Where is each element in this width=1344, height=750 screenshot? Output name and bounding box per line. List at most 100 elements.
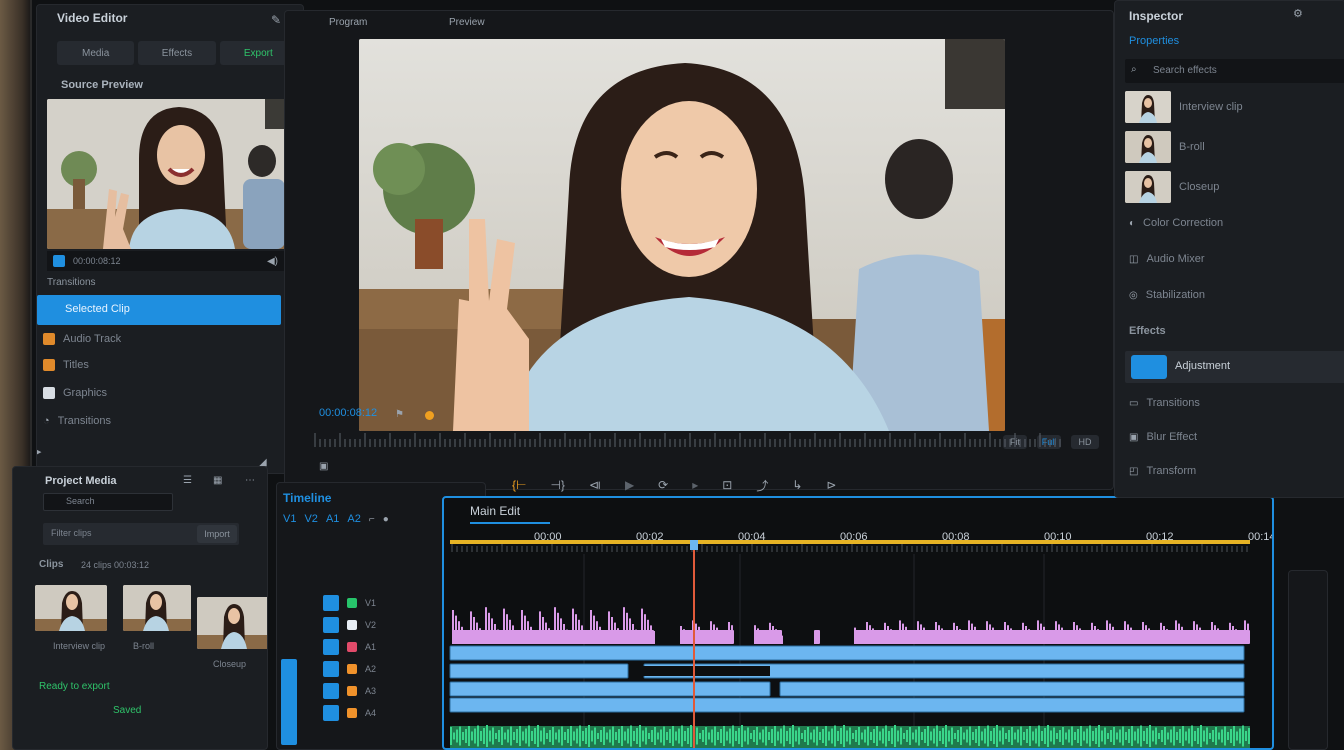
volume-icon[interactable]: ◀) <box>267 256 278 267</box>
track-toggle-icon[interactable] <box>323 683 339 699</box>
list-item[interactable]: Graphics <box>43 387 107 399</box>
tool-a1[interactable]: A1 <box>326 513 339 525</box>
list-item[interactable]: Audio Track <box>43 333 121 345</box>
track-header[interactable]: A4 <box>323 705 376 721</box>
audio-clip-purple[interactable] <box>680 620 734 644</box>
track-toggle-icon[interactable] <box>323 617 339 633</box>
track-header[interactable]: V1 <box>323 595 376 611</box>
play-icon[interactable]: ▶ <box>625 478 634 492</box>
track-toggle-icon[interactable] <box>323 639 339 655</box>
video-clip[interactable] <box>779 681 1245 697</box>
mark-in-icon[interactable]: {⊢ <box>512 478 526 492</box>
import-button[interactable]: Import <box>197 525 237 543</box>
effect-item[interactable]: ▭ Transitions <box>1129 397 1200 409</box>
list-item[interactable]: Titles <box>43 359 89 371</box>
tool-a2[interactable]: A2 <box>347 513 360 525</box>
program-tab[interactable]: Preview <box>449 17 485 28</box>
media-item[interactable]: B-roll <box>1125 131 1205 163</box>
playhead-handle[interactable] <box>690 540 698 550</box>
scrub-ruler[interactable] <box>311 429 1071 457</box>
razor-icon[interactable]: ⌐ <box>369 513 375 525</box>
insert-icon[interactable]: ⊡ <box>722 478 732 492</box>
marker-icon[interactable]: ⚑ <box>395 409 404 420</box>
clip-thumb-art <box>123 585 191 631</box>
audio-clip-purple[interactable] <box>754 622 783 644</box>
track-header[interactable]: V2 <box>323 617 376 633</box>
list-item[interactable]: ◐ Color Correction <box>1129 217 1223 229</box>
filter-label: Filter clips <box>51 528 92 538</box>
media-item[interactable]: Interview clip <box>1125 91 1243 123</box>
extract-icon[interactable]: ⊳ <box>826 478 836 492</box>
pin-icon[interactable]: ✎ <box>271 13 281 27</box>
track-header[interactable]: A2 <box>323 661 376 677</box>
effect-item[interactable]: ▣ Blur Effect <box>1129 431 1197 443</box>
track-header[interactable]: A3 <box>323 683 376 699</box>
transform-icon: ◰ <box>1129 465 1139 477</box>
track-toggle-icon[interactable] <box>323 595 339 611</box>
track-name: A3 <box>365 686 377 696</box>
tab-media[interactable]: Media <box>57 41 135 65</box>
audio-clip-purple[interactable] <box>814 630 820 644</box>
mark-out-icon[interactable]: ⊣} <box>550 478 564 492</box>
video-clip[interactable] <box>449 681 771 697</box>
list-item-selected[interactable]: Selected Clip <box>37 295 281 325</box>
track-header[interactable]: A1 <box>323 639 376 655</box>
audio-clip-purple[interactable] <box>854 620 1250 644</box>
effect-item[interactable]: ◰ Transform <box>1129 465 1196 477</box>
effects-search-placeholder: Search effects <box>1153 65 1217 76</box>
mixer-icon: ◫ <box>1129 253 1139 265</box>
list-item[interactable]: ◔ Transitions <box>43 415 111 427</box>
video-clip[interactable] <box>449 663 629 679</box>
list-item[interactable]: ◎ Stabilization <box>1129 289 1205 301</box>
track-name: V2 <box>365 620 377 630</box>
audio-clip-purple[interactable] <box>452 607 655 644</box>
zoom-icon[interactable]: ▣ <box>319 461 328 472</box>
search-icon: ⌕ <box>1131 64 1137 75</box>
filter-bar[interactable]: Filter clips Import <box>43 523 239 545</box>
list-item-label: Graphics <box>63 387 108 399</box>
right-scrollbar[interactable] <box>1288 570 1328 750</box>
work-area-bar[interactable] <box>450 540 1250 544</box>
video-clip[interactable] <box>449 697 1245 713</box>
tool-v1[interactable]: V1 <box>283 513 296 525</box>
effect-item-selected[interactable]: Adjustment <box>1125 351 1344 383</box>
track-status-dot <box>347 686 357 696</box>
effect-item-label: Adjustment <box>1175 360 1231 372</box>
overwrite-icon[interactable]: ⤴ <box>756 477 768 494</box>
list-item[interactable]: ◫ Audio Mixer <box>1129 253 1205 265</box>
clip-thumbnail[interactable] <box>35 585 107 631</box>
clip-thumbnail[interactable] <box>123 585 191 631</box>
program-video-frame <box>359 39 1005 431</box>
track-toggle-icon[interactable] <box>323 705 339 721</box>
tool-v2[interactable]: V2 <box>304 513 317 525</box>
effects-search-input[interactable]: ⌕ Search effects <box>1125 59 1344 83</box>
settings-icon[interactable]: ⚙ <box>1293 7 1303 20</box>
play-small-icon[interactable]: ▶ <box>37 445 41 458</box>
clip-thumbnail[interactable] <box>197 597 267 649</box>
audio-clip-green[interactable] <box>450 725 1250 748</box>
video-clip[interactable] <box>449 645 1245 661</box>
list-view-icon[interactable]: ☰ <box>183 475 192 486</box>
search-input[interactable]: Search <box>43 493 173 511</box>
hd-button[interactable]: HD <box>1071 435 1099 449</box>
timeline-tracks[interactable]: 00:0000:0200:0400:0600:0800:1000:1200:14 <box>444 526 1272 748</box>
track-tool-buttons: V1 V2 A1 A2 ⌐ ● <box>283 513 389 525</box>
step-back-icon[interactable]: ⧏ <box>589 478 601 492</box>
track-toggle-icon[interactable] <box>323 661 339 677</box>
media-item[interactable]: Closeup <box>1125 171 1219 203</box>
snap-icon[interactable]: ● <box>383 513 389 525</box>
clip-name: Interview clip <box>53 641 106 651</box>
step-forward-icon[interactable]: ▸ <box>692 478 698 492</box>
sequence-name: Main Edit <box>470 504 521 518</box>
grid-view-icon[interactable]: ▦ <box>213 475 222 486</box>
list-item-label: Titles <box>63 359 89 371</box>
inspector-tab[interactable]: Properties <box>1129 35 1179 47</box>
effect-icon <box>1131 355 1167 379</box>
clips-meta: 24 clips 00:03:12 <box>81 560 150 570</box>
lift-icon[interactable]: ↳ <box>792 478 802 492</box>
menu-icon[interactable]: ⋯ <box>245 475 255 486</box>
tab-effects[interactable]: Effects <box>138 41 216 65</box>
source-play-icon[interactable] <box>53 255 65 267</box>
track-status-dot <box>347 620 357 630</box>
loop-icon[interactable]: ⟳ <box>658 478 668 492</box>
